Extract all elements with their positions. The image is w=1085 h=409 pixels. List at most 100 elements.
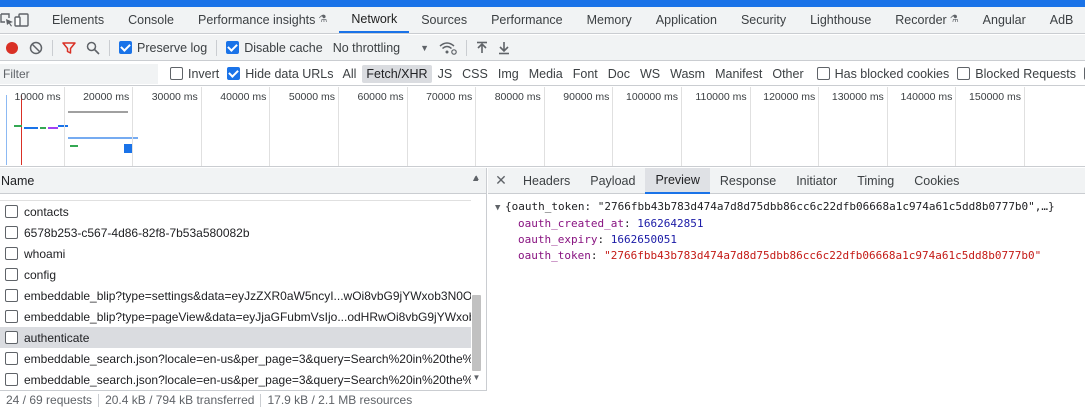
scroll-thumb[interactable] [472,295,481,371]
type-filter-ws[interactable]: WS [636,65,664,83]
overview-bar [48,127,58,129]
type-filter-doc[interactable]: Doc [604,65,634,83]
preserve-log-check[interactable] [119,41,132,54]
request-row-checkbox[interactable] [5,352,18,365]
toolbar-separator [52,39,53,56]
device-toolbar-icon[interactable] [14,7,30,33]
detail-tab-response[interactable]: Response [710,168,786,194]
request-row[interactable]: config [0,264,471,285]
detail-tab-preview[interactable]: Preview [645,167,710,194]
json-field-line[interactable]: oauth_created_at: 1662642851 [495,216,1085,232]
detail-tab-headers[interactable]: Headers [513,168,580,194]
detail-tab-payload[interactable]: Payload [580,168,645,194]
request-row[interactable]: embeddable_search.json?locale=en-us&per_… [0,369,471,387]
type-filter-img[interactable]: Img [494,65,523,83]
request-row-checkbox[interactable] [5,373,18,386]
request-row-checkbox[interactable] [5,289,18,302]
disable-cache-checkbox[interactable]: Disable cache [221,36,328,60]
type-filter-media[interactable]: Media [525,65,567,83]
type-filter-font[interactable]: Font [569,65,602,83]
blocked-cookies-checkbox[interactable]: Has blocked cookies [816,67,949,81]
network-status-bar: 24 / 69 requests 20.4 kB / 794 kB transf… [0,390,487,409]
tab-network[interactable]: Network [339,7,410,33]
detail-tab-timing[interactable]: Timing [847,168,904,194]
type-filter-js[interactable]: JS [434,65,457,83]
tab-adb[interactable]: AdB [1038,7,1085,33]
detail-tab-initiator[interactable]: Initiator [786,168,847,194]
type-filter-fetch-xhr[interactable]: Fetch/XHR [362,64,432,83]
import-har-button[interactable] [471,36,493,60]
overview-tick-label: 60000 ms [357,91,404,103]
name-column-header[interactable]: Name ▲ [0,168,486,194]
request-row-checkbox[interactable] [5,310,18,323]
overview-bar [70,145,78,147]
record-button[interactable] [0,36,24,60]
blocked-cookies-check[interactable] [816,67,830,80]
type-filter-wasm[interactable]: Wasm [666,65,709,83]
request-row[interactable]: 6578b253-c567-4d86-82f8-7b53a580082b [0,222,471,243]
scroll-down-icon[interactable]: ▼ [471,373,482,383]
tab-sources[interactable]: Sources [409,7,479,33]
request-row[interactable]: whoami [0,243,471,264]
request-name: embeddable_blip?type=pageView&data=eyJja… [24,309,471,324]
detail-tab-cookies[interactable]: Cookies [904,168,969,194]
request-name: 6578b253-c567-4d86-82f8-7b53a580082b [24,225,250,240]
invert-check[interactable] [170,67,183,80]
network-overview-timeline[interactable]: 10000 ms 20000 ms 30000 ms 40000 ms 50000 ms… [0,87,1085,167]
throttling-select[interactable]: No throttling ▼ [328,36,434,60]
tab-elements[interactable]: Elements [40,7,116,33]
overview-tick-label: 20000 ms [83,91,130,103]
request-row-checkbox[interactable] [5,226,18,239]
network-conditions-button[interactable] [434,36,462,60]
close-details-icon[interactable]: ✕ [489,172,513,189]
invert-checkbox[interactable]: Invert [170,67,219,81]
request-row-checkbox[interactable] [5,268,18,281]
request-row[interactable]: embeddable_blip?type=settings&data=eyJzZ… [0,285,471,306]
throttling-value: No throttling [332,40,401,55]
request-list-scrollbar[interactable]: ▲ ▼ [471,168,482,382]
inspect-element-icon[interactable] [0,7,14,33]
json-field-line[interactable]: oauth_expiry: 1662650051 [495,232,1085,248]
preserve-log-checkbox[interactable]: Preserve log [114,36,212,60]
tab-label: AdB [1049,13,1074,27]
type-filter-other[interactable]: Other [768,65,807,83]
tab-application[interactable]: Application [644,7,729,33]
disable-cache-check[interactable] [226,41,240,54]
hide-data-urls-check[interactable] [227,67,241,80]
tab-label: Lighthouse [810,13,872,27]
type-filter-all[interactable]: All [339,65,361,83]
request-row-checkbox[interactable] [5,205,18,218]
tab-security[interactable]: Security [729,7,798,33]
tab-console[interactable]: Console [116,7,186,33]
type-filter-manifest[interactable]: Manifest [711,65,766,83]
json-root-line[interactable]: ▼ {oauth_token: "2766fbb43b783d474a7d8d75… [495,199,1085,216]
expand-triangle-icon[interactable]: ▼ [495,200,505,216]
filter-input[interactable] [0,63,158,84]
tab-performance-insights[interactable]: Performance insights ⚗ [186,7,339,33]
request-row[interactable]: embeddable_search.json?locale=en-us&per_… [0,348,471,369]
export-har-button[interactable] [493,36,515,60]
type-filter-css[interactable]: CSS [458,65,492,83]
tab-lighthouse[interactable]: Lighthouse [798,7,883,33]
search-button[interactable] [81,36,105,60]
tab-recorder[interactable]: Recorder ⚗ [883,7,970,33]
request-row[interactable]: embeddable_blip?type=pageView&data=eyJja… [0,306,471,327]
request-row[interactable]: authenticate [0,327,471,348]
tab-angular[interactable]: Angular [971,7,1038,33]
clear-button[interactable] [24,36,48,60]
blocked-requests-check[interactable] [957,67,971,80]
overview-tick-label: 150000 ms [969,91,1021,103]
request-row-checkbox[interactable] [5,247,18,260]
json-value: "2766fbb43b783d474a7d8d75dbb86cc6c22dfb0… [604,249,1042,262]
tab-performance[interactable]: Performance [479,7,575,33]
request-row-checkbox[interactable] [5,331,18,344]
blocked-requests-checkbox[interactable]: Blocked Requests [957,67,1076,81]
scroll-up-icon[interactable]: ▲ [471,173,482,183]
json-field-line[interactable]: oauth_token: "2766fbb43b783d474a7d8d75db… [495,248,1085,264]
experiment-flask-icon: ⚗ [949,14,959,25]
record-icon [6,41,18,54]
request-row[interactable]: contacts [0,201,471,222]
filter-toggle-button[interactable] [57,36,81,60]
hide-data-urls-checkbox[interactable]: Hide data URLs [227,67,334,81]
tab-memory[interactable]: Memory [575,7,644,33]
